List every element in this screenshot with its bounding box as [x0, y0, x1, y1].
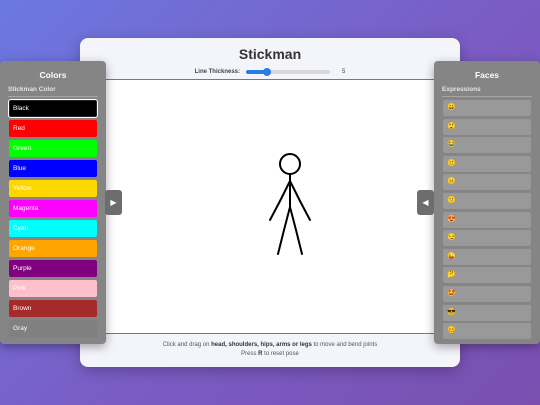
tears-of-joy-face-icon: 😂 — [447, 141, 456, 149]
neutral-face-icon: 😐 — [447, 178, 456, 186]
thickness-slider-thumb[interactable] — [263, 68, 271, 76]
page-title: Stickman — [238, 46, 302, 62]
face-option-7[interactable]: 😍 — [443, 211, 531, 228]
woozy-face-icon: 🥴 — [447, 327, 456, 335]
color-swatch-brown[interactable]: Brown — [9, 300, 97, 317]
stickman-left-shin — [277, 229, 285, 255]
color-swatch-yellow[interactable]: Yellow — [9, 180, 97, 197]
face-expression-list: 😀 😲 😂 🙂 😐 🙁 😍 😏 😜 🤔 🤩 😎 🥴 — [443, 100, 531, 342]
color-swatch-gray[interactable]: Gray — [9, 320, 97, 337]
face-option-9[interactable]: 😜 — [443, 248, 531, 265]
face-option-6[interactable]: 🙁 — [443, 192, 531, 209]
colors-panel: Colors Stickman Color Black Red Green Blue Y… — [0, 61, 106, 344]
heart-eyes-face-icon: 😍 — [447, 215, 456, 223]
slight-smile-face-icon: 🙂 — [447, 159, 456, 167]
color-swatch-pink[interactable]: Pink — [9, 280, 97, 297]
stickman-head — [279, 153, 301, 175]
star-struck-face-icon: 🤩 — [447, 289, 456, 297]
colors-panel-title: Colors — [39, 70, 67, 80]
stickman-color-heading: Stickman Color — [8, 86, 98, 97]
face-option-11[interactable]: 🤩 — [443, 285, 531, 302]
grinning-face-icon: 😀 — [447, 104, 456, 111]
faces-panel: Faces Expressions 😀 😲 😂 🙂 😐 🙁 😍 😏 😜 🤔 🤩 😎 🥴 — [434, 61, 540, 344]
color-swatch-list: Black Red Green Blue Yellow Magenta Cyan Orange… — [8, 99, 98, 340]
color-swatch-magenta[interactable]: Magenta — [9, 200, 97, 217]
stickman-figure[interactable] — [100, 80, 440, 335]
thickness-slider[interactable] — [246, 68, 330, 76]
color-swatch-blue[interactable]: Blue — [9, 160, 97, 177]
stickman-left-thigh — [283, 206, 291, 231]
thickness-label: Line Thickness: — [194, 69, 240, 75]
face-option-3[interactable]: 😂 — [443, 137, 531, 154]
thickness-value: 5 — [342, 69, 346, 75]
frowning-face-icon: 🙁 — [447, 196, 456, 204]
face-option-10[interactable]: 🤔 — [443, 267, 531, 284]
winking-tongue-face-icon: 😜 — [447, 252, 456, 260]
color-swatch-orange[interactable]: Orange — [9, 240, 97, 257]
stickman-right-upper-arm — [289, 180, 301, 202]
faces-panel-toggle-button[interactable]: ◀ — [417, 190, 434, 215]
face-option-5[interactable]: 😐 — [443, 174, 531, 191]
help-text: Click and drag on head, shoulders, hips,… — [80, 341, 460, 359]
astonished-face-icon: 😲 — [447, 122, 456, 130]
color-swatch-red[interactable]: Red — [9, 120, 97, 137]
stickman-right-thigh — [289, 206, 297, 231]
smirk-face-icon: 😏 — [447, 234, 456, 242]
thinking-face-icon: 🤔 — [447, 271, 456, 279]
drawing-canvas[interactable] — [100, 79, 440, 334]
sunglasses-face-icon: 😎 — [447, 308, 456, 316]
color-swatch-green[interactable]: Green — [9, 140, 97, 157]
colors-panel-toggle-button[interactable]: ▶ — [105, 190, 122, 215]
thickness-control: Line Thickness: 5 — [80, 66, 460, 78]
color-swatch-purple[interactable]: Purple — [9, 260, 97, 277]
stickman-left-forearm — [269, 200, 281, 221]
face-option-4[interactable]: 🙂 — [443, 155, 531, 172]
stickman-left-upper-arm — [279, 180, 291, 202]
face-option-2[interactable]: 😲 — [443, 118, 531, 135]
face-option-8[interactable]: 😏 — [443, 230, 531, 247]
color-swatch-cyan[interactable]: Cyan — [9, 220, 97, 237]
help-line-2: Press R to reset pose — [241, 351, 299, 357]
stickman-right-shin — [295, 229, 303, 255]
faces-panel-title: Faces — [474, 70, 500, 80]
face-option-13[interactable]: 🥴 — [443, 323, 531, 340]
face-option-1[interactable]: 😀 — [443, 100, 531, 116]
editor-card: Stickman Line Thickness: 5 Click and dra… — [80, 38, 460, 367]
stickman-right-forearm — [299, 200, 311, 221]
color-swatch-black[interactable]: Black — [8, 99, 98, 118]
help-line-1: Click and drag on head, shoulders, hips,… — [162, 342, 378, 348]
expressions-heading: Expressions — [442, 86, 532, 97]
face-option-12[interactable]: 😎 — [443, 304, 531, 321]
